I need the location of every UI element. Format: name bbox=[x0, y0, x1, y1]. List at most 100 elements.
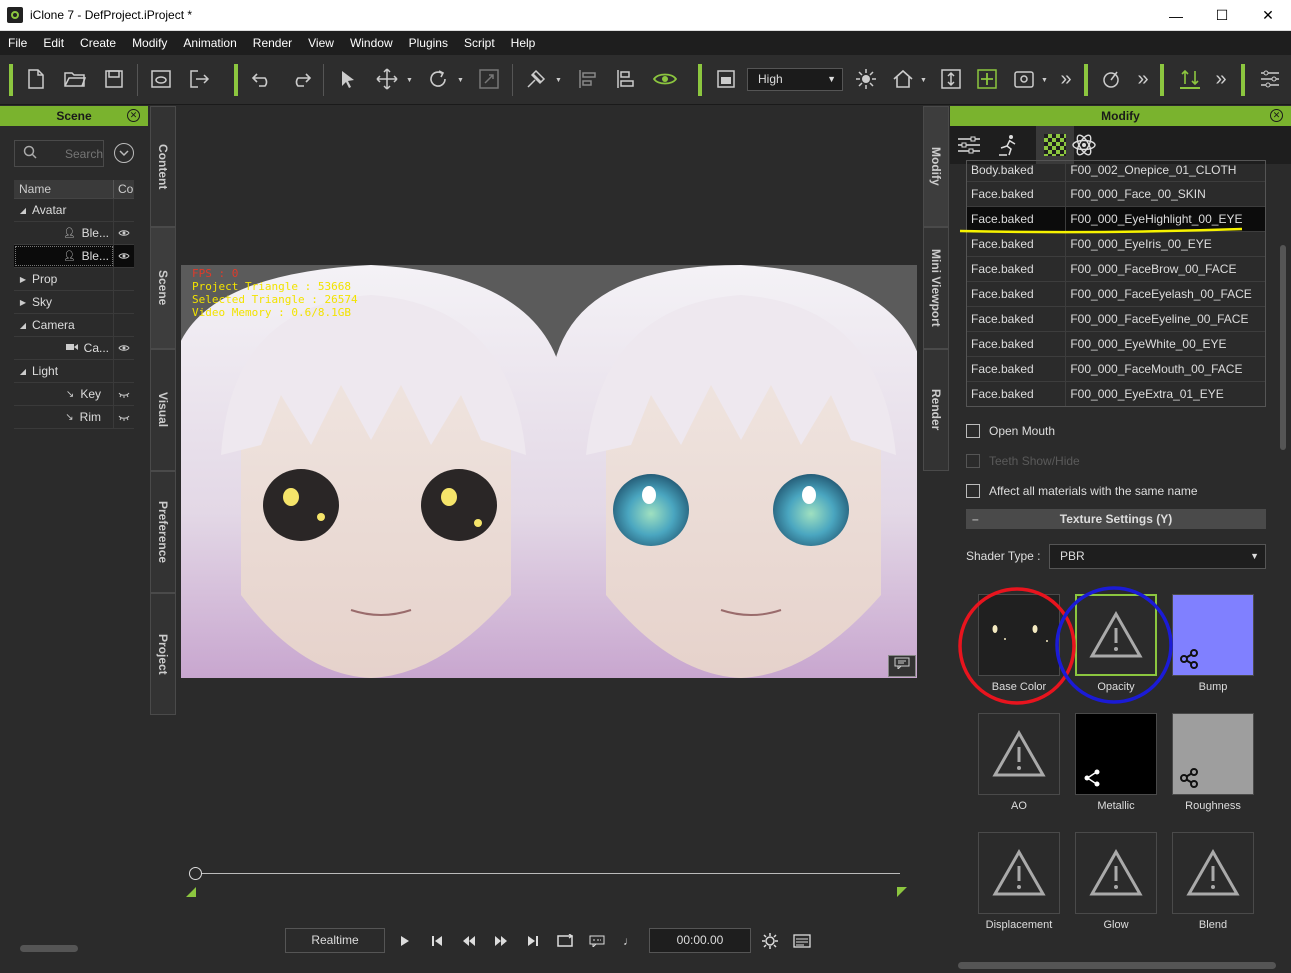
close-icon[interactable]: ✕ bbox=[127, 109, 140, 122]
comment-icon[interactable] bbox=[888, 655, 916, 677]
eye-icon[interactable] bbox=[114, 245, 134, 267]
material-row[interactable]: Face.baked F00_000_FaceEyelash_00_FACE bbox=[967, 282, 1265, 307]
snap-icon[interactable] bbox=[522, 65, 550, 93]
tree-row-light[interactable]: ◢ Light bbox=[14, 360, 134, 383]
tab-mini-viewport[interactable]: Mini Viewport bbox=[923, 227, 949, 349]
material-row[interactable]: Face.baked F00_000_FaceBrow_00_FACE bbox=[967, 257, 1265, 282]
tab-project[interactable]: Project bbox=[150, 593, 176, 715]
modify-vertical-scrollbar[interactable] bbox=[1280, 245, 1286, 450]
timeline-toggle-icon[interactable] bbox=[791, 930, 813, 952]
material-row[interactable]: Face.baked F00_000_FaceEyeline_00_FACE bbox=[967, 307, 1265, 332]
home-camera-icon[interactable] bbox=[889, 65, 917, 93]
eye-closed-icon[interactable] bbox=[114, 383, 134, 405]
scale-icon[interactable] bbox=[475, 65, 503, 93]
menu-modify[interactable]: Modify bbox=[124, 31, 175, 55]
timeline-end-marker[interactable] bbox=[897, 887, 907, 897]
menu-window[interactable]: Window bbox=[342, 31, 401, 55]
motion-pivot-icon[interactable] bbox=[1176, 65, 1204, 93]
snap-dropdown-caret[interactable]: ▼ bbox=[555, 77, 562, 84]
menu-animation[interactable]: Animation bbox=[175, 31, 244, 55]
tree-row-avatar[interactable]: ◢ Avatar bbox=[14, 199, 134, 222]
loop-icon[interactable] bbox=[554, 930, 576, 952]
tree-row-key-light[interactable]: ↘ Key bbox=[14, 383, 134, 406]
menu-create[interactable]: Create bbox=[72, 31, 124, 55]
play-icon[interactable] bbox=[394, 930, 416, 952]
shader-type-select[interactable]: PBR ▼ bbox=[1049, 544, 1266, 569]
viewport-layout-icon[interactable] bbox=[712, 65, 740, 93]
tree-row-prop[interactable]: ▶ Prop bbox=[14, 268, 134, 291]
timecode-field[interactable]: 00:00.00 bbox=[649, 928, 751, 953]
material-row[interactable]: Body.baked F00_002_Onepice_01_CLOTH bbox=[967, 161, 1265, 182]
scene-search-box[interactable] bbox=[14, 140, 104, 167]
material-row[interactable]: Face.baked F00_000_EyeWhite_00_EYE bbox=[967, 332, 1265, 357]
fast-forward-icon[interactable] bbox=[490, 930, 512, 952]
eye-icon[interactable] bbox=[114, 222, 134, 244]
menu-view[interactable]: View bbox=[300, 31, 342, 55]
redo-icon[interactable] bbox=[287, 65, 315, 93]
gizmo-icon[interactable] bbox=[1097, 65, 1125, 93]
tab-scene[interactable]: Scene bbox=[150, 227, 176, 349]
texture-slot-blend[interactable] bbox=[1172, 832, 1254, 914]
modify-horizontal-scrollbar[interactable] bbox=[958, 962, 1276, 969]
rotate-dropdown-caret[interactable]: ▼ bbox=[457, 77, 464, 84]
render-view[interactable] bbox=[181, 265, 917, 678]
scene-horizontal-scrollbar[interactable] bbox=[20, 945, 78, 952]
texture-slot-glow[interactable] bbox=[1075, 832, 1157, 914]
collapse-icon[interactable]: – bbox=[972, 509, 979, 529]
tree-row-camera-item[interactable]: Ca... bbox=[14, 337, 134, 360]
texture-slot-opacity[interactable] bbox=[1075, 594, 1157, 676]
eye-icon[interactable] bbox=[114, 337, 134, 359]
material-row[interactable]: Face.baked F00_000_EyeExtra_01_EYE bbox=[967, 382, 1265, 406]
close-icon[interactable]: ✕ bbox=[1270, 109, 1283, 122]
tree-row-sky[interactable]: ▶ Sky bbox=[14, 291, 134, 314]
toolbar-overflow-icon-3[interactable]: » bbox=[1207, 65, 1235, 93]
light-sun-icon[interactable] bbox=[852, 65, 880, 93]
timeline-track[interactable] bbox=[196, 873, 900, 874]
open-folder-icon[interactable] bbox=[61, 65, 89, 93]
open-mouth-checkbox[interactable] bbox=[966, 424, 980, 438]
fit-vertical-icon[interactable] bbox=[937, 65, 965, 93]
undo-icon[interactable] bbox=[248, 65, 276, 93]
menu-render[interactable]: Render bbox=[245, 31, 300, 55]
export-icon[interactable] bbox=[186, 65, 214, 93]
skip-to-start-icon[interactable] bbox=[426, 930, 448, 952]
texture-slot-metallic[interactable] bbox=[1075, 713, 1157, 795]
camera-view-icon[interactable] bbox=[1010, 65, 1038, 93]
skip-to-end-icon[interactable] bbox=[522, 930, 544, 952]
camera-view-dropdown-caret[interactable]: ▼ bbox=[1041, 77, 1048, 84]
timeline-playhead[interactable] bbox=[189, 867, 202, 880]
motion-pose-icon[interactable] bbox=[988, 126, 1026, 164]
maximize-button[interactable]: ☐ bbox=[1199, 0, 1245, 31]
rewind-icon[interactable] bbox=[458, 930, 480, 952]
align-icon[interactable] bbox=[574, 65, 602, 93]
collapsed-arrow-icon[interactable]: ▶ bbox=[14, 275, 32, 284]
toolbar-overflow-icon[interactable]: » bbox=[1052, 65, 1080, 93]
affect-all-checkbox[interactable] bbox=[966, 484, 980, 498]
playback-settings-icon[interactable] bbox=[759, 930, 781, 952]
toolbar-overflow-icon-2[interactable]: » bbox=[1129, 65, 1157, 93]
eye-closed-icon[interactable] bbox=[114, 406, 134, 428]
collapsed-arrow-icon[interactable]: ▶ bbox=[14, 298, 32, 307]
preview-window-icon[interactable] bbox=[147, 65, 175, 93]
save-icon[interactable] bbox=[100, 65, 128, 93]
tree-row-blend-1[interactable]: 👤︎ Ble... bbox=[14, 222, 134, 245]
physics-atom-icon[interactable] bbox=[1065, 126, 1103, 164]
texture-settings-section[interactable]: – Texture Settings (Y) bbox=[966, 509, 1266, 529]
render-quality-select[interactable]: High ▼ bbox=[747, 68, 843, 91]
attribute-sliders-icon[interactable] bbox=[950, 126, 988, 164]
tree-row-blend-2[interactable]: 👤︎ Ble... bbox=[14, 245, 134, 268]
camera-dropdown-caret[interactable]: ▼ bbox=[920, 77, 927, 84]
zoom-extent-icon[interactable] bbox=[973, 65, 1001, 93]
texture-slot-base-color[interactable] bbox=[978, 594, 1060, 676]
texture-slot-ao[interactable] bbox=[978, 713, 1060, 795]
material-row[interactable]: Face.baked F00_000_FaceMouth_00_FACE bbox=[967, 357, 1265, 382]
scene-search-input[interactable] bbox=[45, 144, 103, 163]
tab-visual[interactable]: Visual bbox=[150, 349, 176, 471]
close-window-button[interactable]: ✕ bbox=[1245, 0, 1291, 31]
texture-slot-displacement[interactable] bbox=[978, 832, 1060, 914]
filter-dropdown-icon[interactable] bbox=[114, 143, 134, 163]
new-file-icon[interactable] bbox=[22, 65, 50, 93]
affect-all-checkbox-row[interactable]: Affect all materials with the same name bbox=[966, 484, 1198, 498]
visibility-eye-icon[interactable] bbox=[651, 65, 679, 93]
expand-arrow-icon[interactable]: ◢ bbox=[14, 321, 32, 330]
